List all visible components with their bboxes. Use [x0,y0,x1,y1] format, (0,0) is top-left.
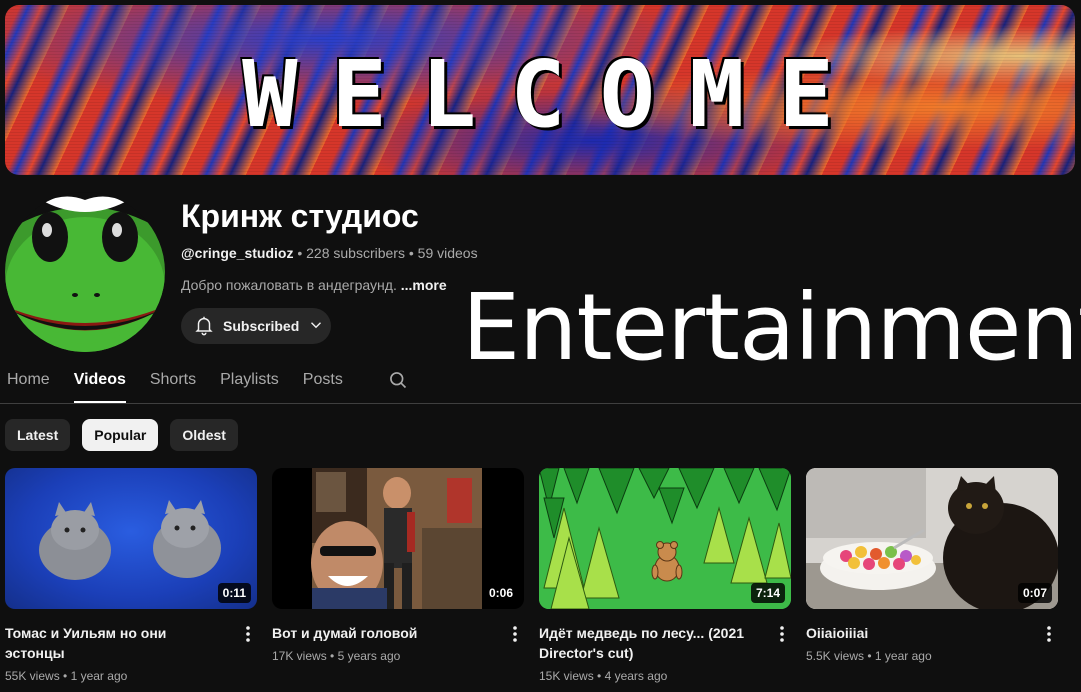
video-card[interactable]: 7:14 Идёт медведь по лесу... (2021 Direc… [539,468,791,683]
description-text: Добро пожаловать в андеграунд. [181,277,397,293]
search-icon[interactable] [388,370,408,390]
chevron-down-icon [307,316,325,337]
video-views: 15K views [539,669,594,683]
more-vert-icon[interactable] [1044,625,1054,643]
chip-latest[interactable]: Latest [5,419,71,451]
video-thumbnail[interactable]: 0:11 [5,468,257,609]
sort-chips: Latest Popular Oldest [5,419,238,451]
video-age: 1 year ago [70,669,128,683]
video-title[interactable]: Вот и думай головой [272,623,492,643]
video-card[interactable]: 0:11 Томас и Уильям но они эстонцы 55K v… [5,468,257,683]
video-count: 59 videos [417,245,478,261]
video-meta: 17K views • 5 years ago [272,649,524,663]
subscriber-count: 228 subscribers [306,245,405,261]
channel-name: Кринж студиос [181,198,419,234]
video-title[interactable]: Oiiaioiiiai [806,623,1026,643]
video-thumbnail[interactable]: 0:07 [806,468,1058,609]
video-meta: 5.5K views • 1 year ago [806,649,1058,663]
channel-tabs: Home Videos Shorts Playlists Posts [7,366,367,403]
channel-handle: @cringe_studioz [181,245,294,261]
video-title[interactable]: Идёт медведь по лесу... (2021 Director's… [539,623,759,663]
tab-playlists[interactable]: Playlists [220,366,279,403]
tab-shorts[interactable]: Shorts [150,366,196,403]
video-views: 55K views [5,669,60,683]
video-thumbnail[interactable]: 7:14 [539,468,791,609]
meta-separator: • [326,649,338,663]
more-vert-icon[interactable] [243,625,253,643]
meta-separator: • [864,649,875,663]
video-title[interactable]: Томас и Уильям но они эстонцы [5,623,225,663]
banner-text: WELCOME [242,41,868,148]
video-views: 17K views [272,649,327,663]
video-card[interactable]: 0:06 Вот и думай головой 17K views • 5 y… [272,468,524,663]
video-meta: 15K views • 4 years ago [539,669,791,683]
channel-meta: @cringe_studioz • 228 subscribers • 59 v… [181,245,478,261]
tab-posts[interactable]: Posts [303,366,343,403]
meta-separator: • [293,245,307,261]
channel-avatar[interactable] [5,192,165,352]
video-duration: 0:11 [217,583,251,603]
meta-separator: • [593,669,605,683]
tabs-divider [0,403,1081,404]
video-duration: 0:06 [483,583,518,603]
video-thumbnail[interactable]: 0:06 [272,468,524,609]
channel-banner: WELCOME [5,5,1075,175]
video-duration: 7:14 [750,583,785,603]
video-age: 1 year ago [874,649,932,663]
channel-description[interactable]: Добро пожаловать в андеграунд. ...more [181,277,447,293]
video-card[interactable]: 0:07 Oiiaioiiiai 5.5K views • 1 year ago [806,468,1058,663]
more-vert-icon[interactable] [777,625,787,643]
video-age: 5 years ago [337,649,401,663]
video-meta: 55K views • 1 year ago [5,669,257,683]
video-age: 4 years ago [604,669,668,683]
more-vert-icon[interactable] [510,625,520,643]
subscribed-button[interactable]: Subscribed [181,308,331,344]
subscribed-label: Subscribed [223,318,300,334]
chip-oldest[interactable]: Oldest [170,419,238,451]
entertainment-overlay-text: Entertainment [462,274,1081,381]
chip-popular[interactable]: Popular [82,419,159,451]
meta-separator: • [404,245,418,261]
video-views: 5.5K views [806,649,865,663]
video-duration: 0:07 [1017,583,1052,603]
more-link[interactable]: ...more [401,277,447,293]
bell-icon [193,314,215,339]
meta-separator: • [59,669,71,683]
tab-home[interactable]: Home [7,366,50,403]
tab-videos[interactable]: Videos [73,366,127,403]
